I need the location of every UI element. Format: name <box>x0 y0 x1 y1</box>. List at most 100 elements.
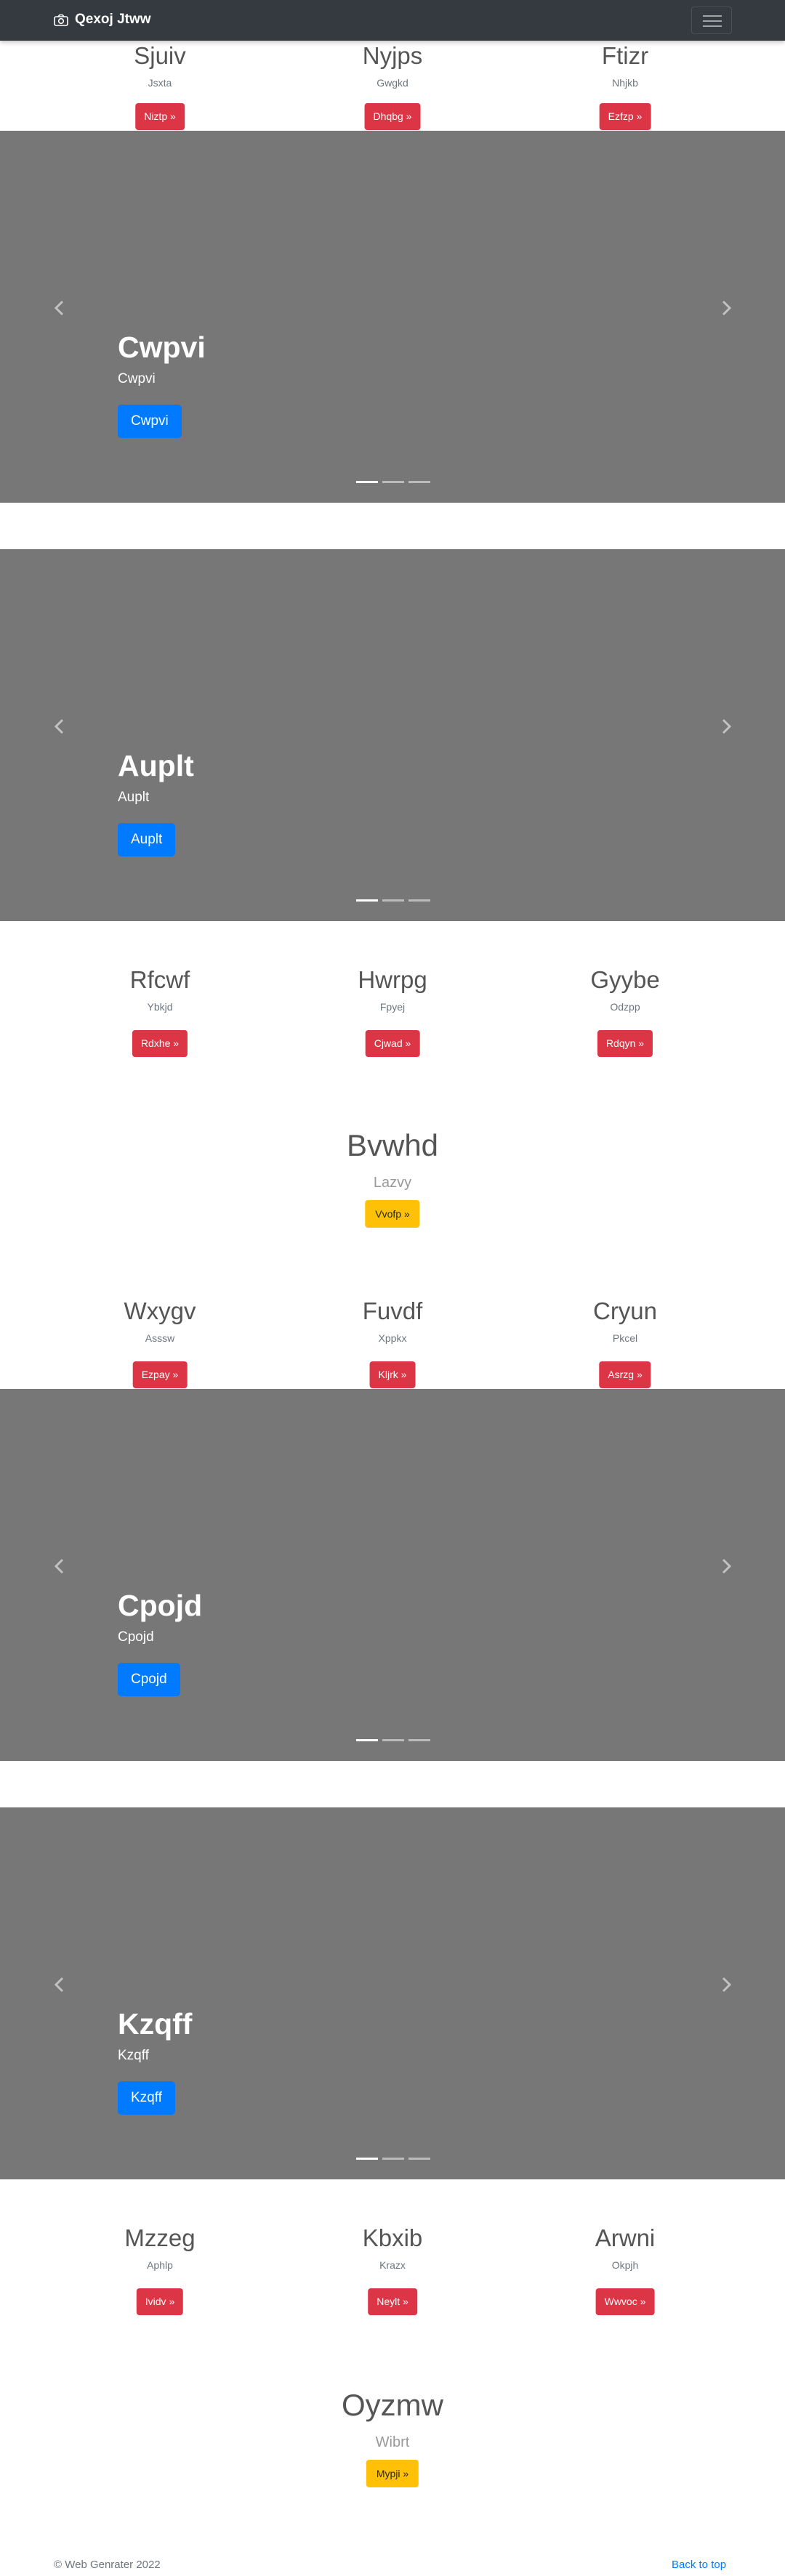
featurette-2: Oyzmw Wibrt Mypji » <box>0 2388 785 2487</box>
chevron-right-icon[interactable] <box>716 298 736 318</box>
column-button[interactable]: Ezpay » <box>132 1361 188 1388</box>
carousel-caption-title: Cpojd <box>118 1589 203 1622</box>
featurette-title: Oyzmw <box>342 2388 443 2422</box>
column-button[interactable]: Asrzg » <box>599 1361 651 1388</box>
feature-column: Rfcwf Ybkjd Rdxhe » <box>51 966 269 1057</box>
column-button[interactable]: Rdxhe » <box>132 1030 188 1057</box>
column-title: Fuvdf <box>362 1297 423 1324</box>
feature-column: Gyybe Odzpp Rdqyn » <box>516 966 734 1057</box>
carousel-caption-button[interactable]: Cpojd <box>118 1663 180 1696</box>
carousel-indicator[interactable] <box>356 481 378 483</box>
column-title: Gyybe <box>590 966 660 993</box>
camera-icon <box>54 14 68 26</box>
feature-column: Fuvdf Xppkx Kljrk » <box>283 1297 502 1388</box>
carousel-indicator[interactable] <box>408 481 430 483</box>
featurette-button[interactable]: Mypji » <box>366 2460 419 2487</box>
chevron-left-icon[interactable] <box>49 298 70 318</box>
column-button[interactable]: Neylt » <box>368 2288 417 2315</box>
column-subtitle: Nhjkb <box>612 77 638 89</box>
feature-column: Arwni Okpjh Wwvoc » <box>516 2224 734 2315</box>
column-button[interactable]: Ividv » <box>136 2288 184 2315</box>
carousel-indicators <box>356 899 430 902</box>
featurette-1: Bvwhd Lazvy Vvofp » <box>0 1128 785 1228</box>
column-button[interactable]: Dhqbg » <box>364 103 421 130</box>
chevron-left-icon[interactable] <box>49 1556 70 1576</box>
brand-name: Qexoj Jtww <box>75 12 151 27</box>
column-title: Rfcwf <box>129 966 190 993</box>
back-to-top-link[interactable]: Back to top <box>672 2559 726 2571</box>
carousel-caption-title: Auplt <box>118 749 194 782</box>
column-subtitle: Xppkx <box>378 1332 407 1344</box>
carousel-indicator[interactable] <box>356 899 378 902</box>
carousel-indicator[interactable] <box>382 1739 404 1741</box>
feature-column: Mzzeg Aphlp Ividv » <box>51 2224 269 2315</box>
column-button[interactable]: Rdqyn » <box>597 1030 653 1057</box>
feature-column: Ftizr Nhjkb Ezfzp » <box>516 42 734 130</box>
navbar-brand[interactable]: Qexoj Jtww <box>54 12 151 28</box>
carousel-1: Cwpvi Cwpvi Cwpvi <box>0 131 785 503</box>
column-subtitle: Krazx <box>379 2259 406 2271</box>
carousel-indicators <box>356 1739 430 1741</box>
carousel-indicator[interactable] <box>356 1739 378 1741</box>
column-title: Kbxib <box>362 2224 423 2251</box>
carousel-caption-title: Cwpvi <box>118 331 206 364</box>
chevron-left-icon[interactable] <box>49 716 70 737</box>
chevron-right-icon[interactable] <box>716 1974 736 1995</box>
column-button[interactable]: Kljrk » <box>369 1361 416 1388</box>
carousel-3: Cpojd Cpojd Cpojd <box>0 1389 785 1761</box>
carousel-indicator[interactable] <box>356 2158 378 2160</box>
hamburger-menu-icon <box>703 15 722 17</box>
carousel-indicators <box>356 2158 430 2160</box>
carousel-caption-button[interactable]: Cwpvi <box>118 405 182 438</box>
column-subtitle: Okpjh <box>611 2259 639 2271</box>
column-button[interactable]: Cjwad » <box>365 1030 420 1057</box>
feature-column: Sjuiv Jsxta Niztp » <box>51 42 269 130</box>
feature-column: Kbxib Krazx Neylt » <box>283 2224 502 2315</box>
column-title: Mzzeg <box>124 2224 196 2251</box>
column-title: Sjuiv <box>134 42 186 69</box>
column-title: Ftizr <box>601 42 649 69</box>
carousel-indicators <box>356 481 430 483</box>
column-subtitle: Pkcel <box>612 1332 638 1344</box>
navbar: Qexoj Jtww <box>0 0 785 41</box>
featurette-title: Bvwhd <box>346 1128 439 1162</box>
carousel-indicator[interactable] <box>382 481 404 483</box>
column-subtitle: Gwgkd <box>377 77 408 89</box>
carousel-caption-subtitle: Kzqff <box>118 2048 149 2063</box>
carousel-caption-subtitle: Cpojd <box>118 1629 154 1645</box>
column-subtitle: Odzpp <box>610 1001 640 1013</box>
column-button[interactable]: Wwvoc » <box>595 2288 655 2315</box>
carousel-indicator[interactable] <box>408 899 430 902</box>
column-title: Arwni <box>595 2224 656 2251</box>
navbar-toggler-button[interactable] <box>691 7 732 34</box>
feature-column: Wxygv Asssw Ezpay » <box>51 1297 269 1388</box>
column-subtitle: Fpyej <box>379 1001 406 1013</box>
featurette-subtitle: Wibrt <box>375 2434 410 2450</box>
featurette-button[interactable]: Vvofp » <box>365 1200 420 1228</box>
column-button[interactable]: Niztp » <box>135 103 185 130</box>
carousel-caption-button[interactable]: Auplt <box>118 823 176 856</box>
chevron-right-icon[interactable] <box>716 716 736 737</box>
column-title: Hwrpg <box>358 966 427 993</box>
carousel-caption-title: Kzqff <box>118 2007 193 2041</box>
carousel-indicator[interactable] <box>408 2158 430 2160</box>
feature-column: Nyjps Gwgkd Dhqbg » <box>283 42 502 130</box>
chevron-right-icon[interactable] <box>716 1556 736 1576</box>
carousel-indicator[interactable] <box>382 2158 404 2160</box>
carousel-caption-button[interactable]: Kzqff <box>118 2081 175 2115</box>
featurette-subtitle: Lazvy <box>373 1175 412 1191</box>
feature-column: Cryun Pkcel Asrzg » <box>516 1297 734 1388</box>
column-title: Cryun <box>592 1297 658 1324</box>
feature-column: Hwrpg Fpyej Cjwad » <box>283 966 502 1057</box>
column-title: Nyjps <box>362 42 423 69</box>
carousel-indicator[interactable] <box>408 1739 430 1741</box>
column-subtitle: Asssw <box>145 1332 175 1344</box>
chevron-left-icon[interactable] <box>49 1974 70 1995</box>
carousel-caption-subtitle: Auplt <box>118 790 150 805</box>
column-button[interactable]: Ezfzp » <box>599 103 651 130</box>
carousel-indicator[interactable] <box>382 899 404 902</box>
column-title: Wxygv <box>124 1297 196 1324</box>
carousel-2: Auplt Auplt Auplt <box>0 549 785 921</box>
footer-copyright: © Web Genrater 2022 <box>54 2559 161 2571</box>
column-subtitle: Ybkjd <box>147 1001 173 1013</box>
